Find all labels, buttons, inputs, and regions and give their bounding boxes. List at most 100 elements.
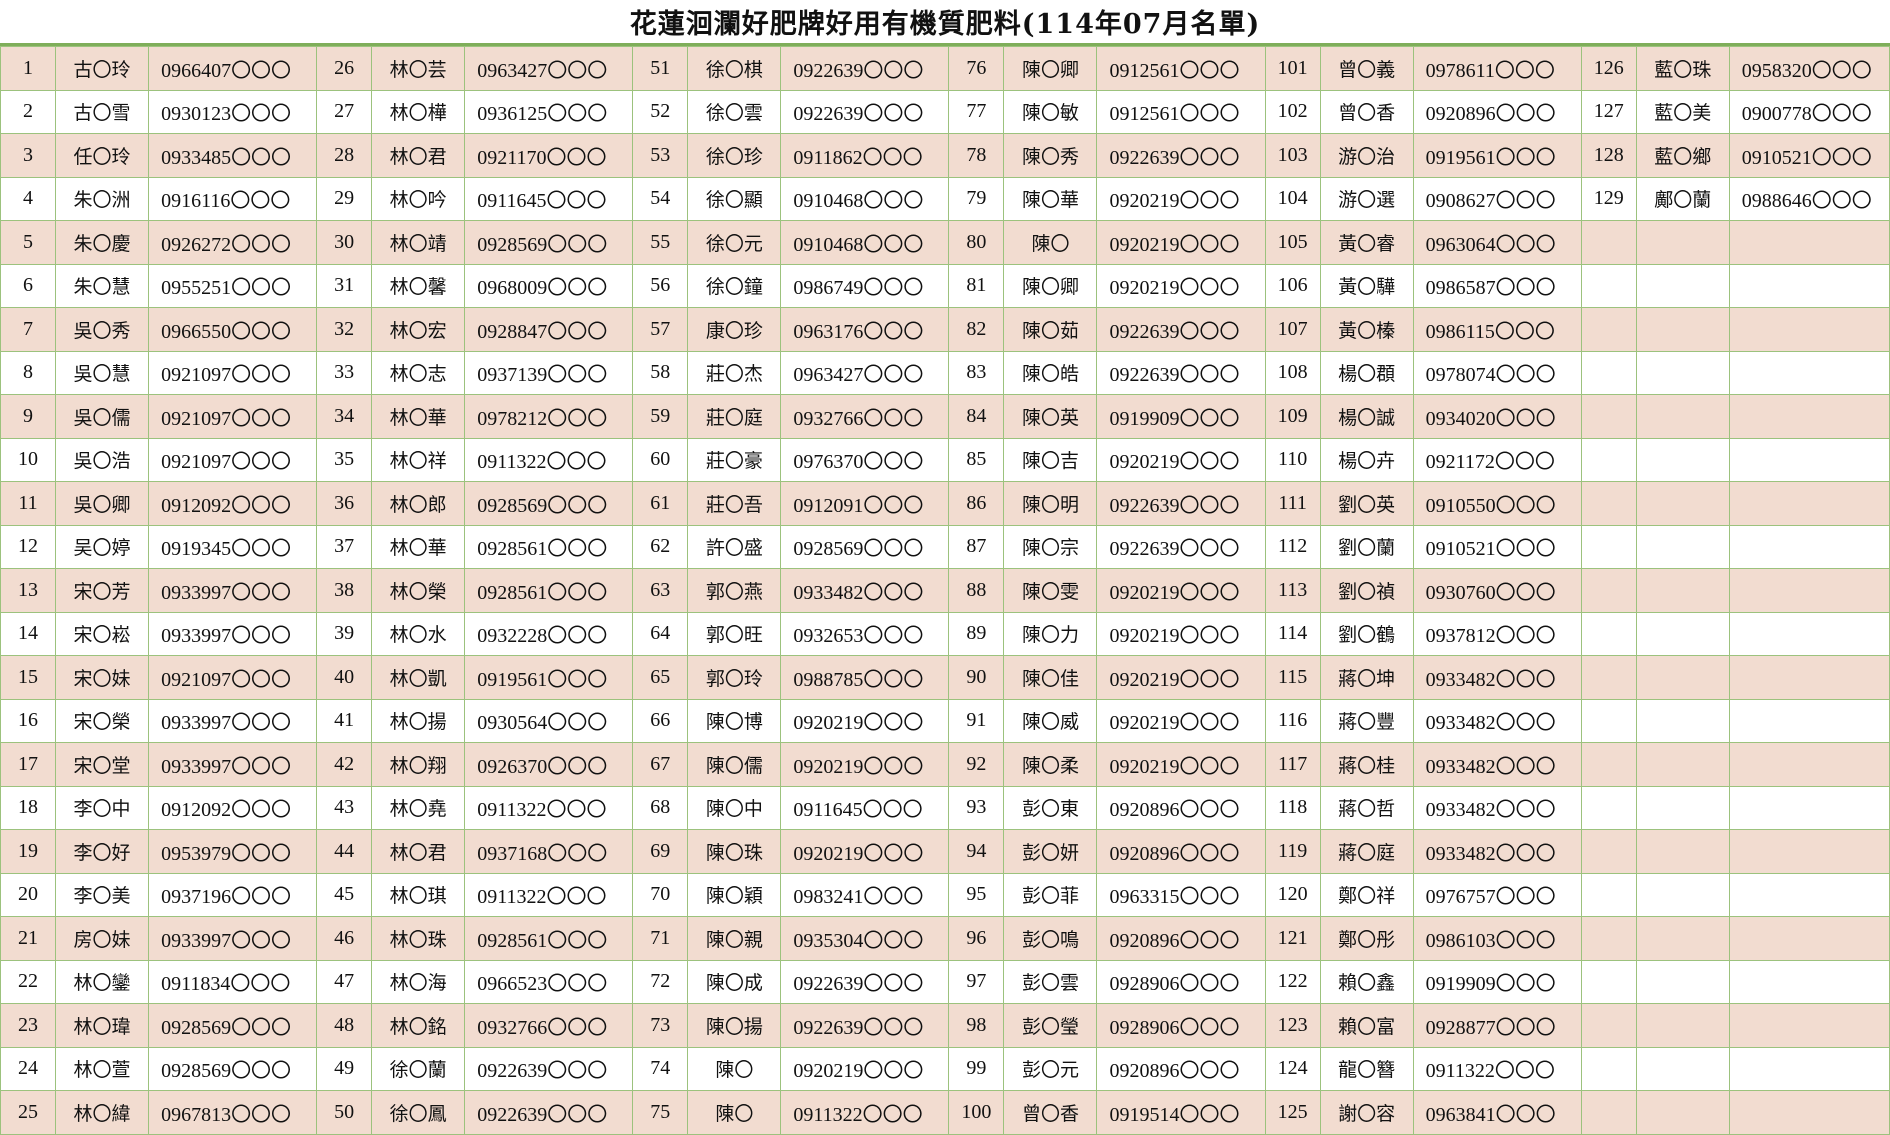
entry-name: 陳〇親 <box>687 916 782 961</box>
entry-name: 林〇宏 <box>371 307 466 352</box>
entry-phone: 0911862〇〇〇 <box>780 133 950 178</box>
entry-number: 39 <box>316 611 373 656</box>
entry-number: 100 <box>948 1090 1005 1135</box>
entry-name: 康〇珍 <box>687 307 782 352</box>
entry-name: 林〇祥 <box>371 437 466 482</box>
table-row: 24 林〇萱 0928569〇〇〇 49 徐〇蘭 0922639〇〇〇 74 陳〇 092021… <box>0 1046 1890 1091</box>
entry-phone: 0928877〇〇〇 <box>1412 1003 1582 1048</box>
entry-number: 33 <box>316 350 373 395</box>
entry-number: 64 <box>632 611 689 656</box>
table-row: 8 吳〇慧 0921097〇〇〇 33 林〇志 0937139〇〇〇 58 莊〇杰 096342… <box>0 350 1890 395</box>
entry-name: 陳〇珠 <box>687 829 782 874</box>
entry-phone: 0919514〇〇〇 <box>1096 1090 1266 1135</box>
empty-cell <box>1580 829 1637 874</box>
entry-name: 陳〇雯 <box>1003 568 1098 613</box>
entry-number: 79 <box>948 176 1005 221</box>
entry-phone: 0910521〇〇〇 <box>1728 133 1890 178</box>
entry-phone: 0933997〇〇〇 <box>148 568 318 613</box>
entry-phone: 0908627〇〇〇 <box>1412 176 1582 221</box>
entry-number: 91 <box>948 698 1005 743</box>
entry-name: 彭〇雲 <box>1003 959 1098 1004</box>
entry-phone: 0963841〇〇〇 <box>1412 1090 1582 1135</box>
entry-number: 62 <box>632 524 689 569</box>
entry-number: 61 <box>632 481 689 526</box>
entry-name: 劉〇鶴 <box>1319 611 1414 656</box>
entry-phone: 0920219〇〇〇 <box>1096 568 1266 613</box>
entry-name: 陳〇英 <box>1003 394 1098 439</box>
entry-number: 19 <box>0 829 57 874</box>
entry-phone: 0935304〇〇〇 <box>780 916 950 961</box>
entry-number: 36 <box>316 481 373 526</box>
entry-name: 吳〇卿 <box>55 481 150 526</box>
entry-phone: 0988646〇〇〇 <box>1728 176 1890 221</box>
entry-name: 陳〇 <box>687 1090 782 1135</box>
entry-name: 宋〇芳 <box>55 568 150 613</box>
entry-phone: 0937812〇〇〇 <box>1412 611 1582 656</box>
entry-phone: 0920896〇〇〇 <box>1096 916 1266 961</box>
entry-number: 92 <box>948 742 1005 787</box>
entry-number: 83 <box>948 350 1005 395</box>
empty-cell <box>1580 568 1637 613</box>
entry-name: 李〇好 <box>55 829 150 874</box>
entry-phone: 0928906〇〇〇 <box>1096 1003 1266 1048</box>
entry-phone: 0928569〇〇〇 <box>148 1003 318 1048</box>
entry-number: 41 <box>316 698 373 743</box>
entry-number: 35 <box>316 437 373 482</box>
empty-cell <box>1580 959 1637 1004</box>
entry-name: 曾〇香 <box>1319 89 1414 134</box>
entry-phone: 0921170〇〇〇 <box>464 133 634 178</box>
entry-phone: 0933997〇〇〇 <box>148 916 318 961</box>
empty-cell <box>1728 394 1890 439</box>
entry-name: 莊〇豪 <box>687 437 782 482</box>
entry-number: 68 <box>632 785 689 830</box>
entry-name: 林〇翔 <box>371 742 466 787</box>
entry-number: 53 <box>632 133 689 178</box>
entry-phone: 0922639〇〇〇 <box>1096 307 1266 352</box>
entry-name: 陳〇 <box>1003 220 1098 265</box>
entry-phone: 0919345〇〇〇 <box>148 524 318 569</box>
empty-cell <box>1635 524 1730 569</box>
table-row: 18 李〇中 0912092〇〇〇 43 林〇堯 0911322〇〇〇 68 陳〇中 09116… <box>0 785 1890 830</box>
empty-cell <box>1635 481 1730 526</box>
table-row: 23 林〇瑋 0928569〇〇〇 48 林〇銘 0932766〇〇〇 73 陳〇揚 09226… <box>0 1003 1890 1048</box>
empty-cell <box>1728 350 1890 395</box>
entry-number: 38 <box>316 568 373 613</box>
table-row: 20 李〇美 0937196〇〇〇 45 林〇琪 0911322〇〇〇 70 陳〇穎 09832… <box>0 872 1890 917</box>
empty-cell <box>1580 437 1637 482</box>
entry-name: 宋〇妹 <box>55 655 150 700</box>
table-row: 16 宋〇榮 0933997〇〇〇 41 林〇揚 0930564〇〇〇 66 陳〇博 09202… <box>0 698 1890 743</box>
entry-number: 118 <box>1264 785 1321 830</box>
entry-phone: 0928569〇〇〇 <box>464 481 634 526</box>
entry-name: 林〇瑋 <box>55 1003 150 1048</box>
entry-number: 42 <box>316 742 373 787</box>
empty-cell <box>1580 655 1637 700</box>
entry-name: 彭〇妍 <box>1003 829 1098 874</box>
entry-phone: 0920896〇〇〇 <box>1096 785 1266 830</box>
entry-number: 31 <box>316 263 373 308</box>
entry-phone: 0910550〇〇〇 <box>1412 481 1582 526</box>
entry-number: 34 <box>316 394 373 439</box>
roster-table: 1 古〇玲 0966407〇〇〇 26 林〇芸 0963427〇〇〇 51 徐〇棋 092263… <box>0 46 1890 1135</box>
entry-number: 13 <box>0 568 57 613</box>
empty-cell <box>1635 959 1730 1004</box>
empty-cell <box>1580 698 1637 743</box>
entry-name: 林〇堯 <box>371 785 466 830</box>
entry-number: 49 <box>316 1046 373 1091</box>
entry-name: 陳〇 <box>687 1046 782 1091</box>
entry-number: 6 <box>0 263 57 308</box>
entry-number: 115 <box>1264 655 1321 700</box>
entry-number: 104 <box>1264 176 1321 221</box>
entry-name: 陳〇佳 <box>1003 655 1098 700</box>
entry-phone: 0932228〇〇〇 <box>464 611 634 656</box>
entry-number: 80 <box>948 220 1005 265</box>
entry-name: 楊〇頵 <box>1319 350 1414 395</box>
entry-number: 40 <box>316 655 373 700</box>
entry-phone: 0983241〇〇〇 <box>780 872 950 917</box>
entry-name: 鄭〇祥 <box>1319 872 1414 917</box>
entry-phone: 0986587〇〇〇 <box>1412 263 1582 308</box>
entry-name: 徐〇蘭 <box>371 1046 466 1091</box>
entry-name: 楊〇卉 <box>1319 437 1414 482</box>
entry-number: 4 <box>0 176 57 221</box>
entry-phone: 0920896〇〇〇 <box>1096 1046 1266 1091</box>
entry-number: 88 <box>948 568 1005 613</box>
